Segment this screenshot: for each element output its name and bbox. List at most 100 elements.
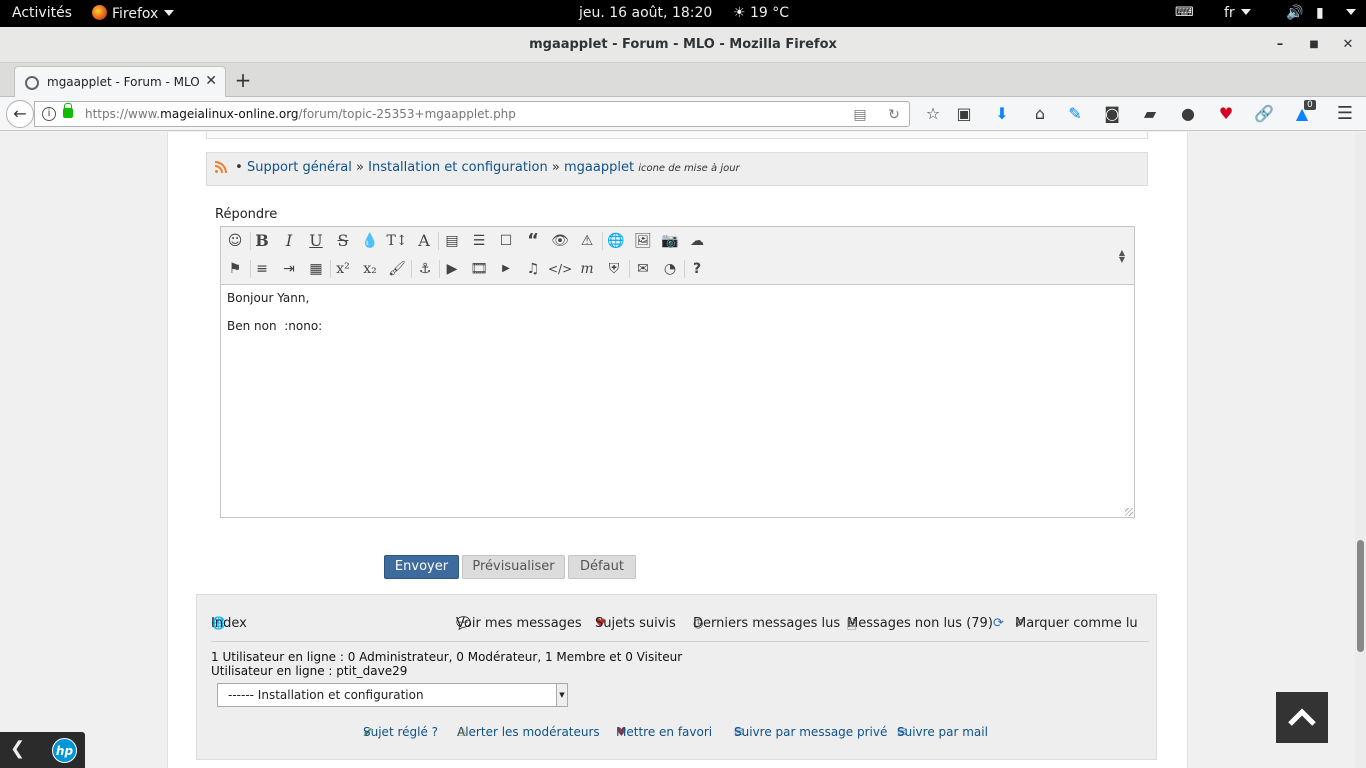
home-icon[interactable]: ⌂ — [1028, 103, 1052, 125]
volume-icon[interactable]: 🔊 — [1286, 5, 1303, 21]
url-bar[interactable]: i https://www.mageialinux-online.org/for… — [34, 101, 910, 127]
brush-icon[interactable]: 🖌 — [385, 257, 409, 281]
strikethrough-icon[interactable]: S — [331, 229, 355, 253]
checkbox-icon[interactable]: ☐ — [494, 229, 518, 253]
lock-icon[interactable] — [63, 103, 73, 118]
anchor-icon[interactable]: ⚓ — [413, 257, 437, 281]
underline-icon[interactable]: U — [304, 229, 328, 253]
italic-icon[interactable]: I — [277, 229, 301, 253]
reading-list-icon[interactable]: ▣ — [952, 103, 976, 125]
color-drop-icon[interactable]: 💧 — [358, 229, 382, 253]
breadcrumb: • Support général » Installation et conf… — [206, 152, 1148, 186]
smiley-icon[interactable]: ☺ — [223, 229, 247, 253]
alert-label: Alerter les modérateurs — [457, 725, 600, 739]
back-button[interactable]: ← — [6, 100, 34, 128]
envelope-icon[interactable]: ✉ — [631, 257, 655, 281]
default-button[interactable]: Défaut — [568, 555, 636, 579]
document-icon[interactable]: ▰ — [1138, 103, 1162, 125]
youtube-icon[interactable]: ▶ — [494, 257, 518, 281]
play-circle-icon[interactable]: ▶ — [440, 257, 464, 281]
page-scrollbar[interactable] — [1355, 132, 1366, 768]
page-viewport: • Support général » Installation et conf… — [0, 132, 1355, 768]
info-icon[interactable]: i — [42, 107, 56, 121]
code-icon[interactable]: </> — [548, 257, 572, 281]
quote-icon[interactable]: “ — [521, 229, 545, 253]
chevron-down-icon: ▼ — [556, 684, 567, 706]
align-left-icon[interactable]: ≡ — [250, 257, 274, 281]
close-tab-button[interactable]: ✕ — [205, 73, 217, 89]
pocket-icon[interactable]: ◙ — [1100, 103, 1124, 125]
bookmark-star-icon[interactable]: ☆ — [921, 103, 945, 125]
help-icon[interactable]: ? — [685, 257, 709, 281]
image-icon[interactable]: 🖼 — [631, 229, 655, 253]
breadcrumb-support-general[interactable]: Support général — [247, 160, 352, 175]
refresh-icon[interactable]: ⟳ — [993, 616, 1004, 631]
activities-button[interactable]: Activités — [12, 5, 72, 21]
my-messages-label: Voir mes messages — [456, 616, 582, 631]
bold-icon[interactable]: B — [250, 229, 274, 253]
language-selector[interactable]: fr — [1224, 5, 1251, 21]
camera-icon[interactable]: 📷 — [658, 229, 682, 253]
last-read-label: Derniers messages lus — [693, 616, 841, 631]
music-icon[interactable]: ♫ — [521, 257, 545, 281]
breadcrumb-topic[interactable]: mgaapplet — [564, 160, 634, 175]
url-domain: mageialinux-online.org — [160, 107, 299, 121]
back-to-top-button[interactable] — [1276, 692, 1328, 743]
navigation-bar: ← i https://www.mageialinux-online.org/f… — [0, 97, 1366, 131]
resize-handle[interactable] — [1125, 508, 1133, 516]
extension-icon[interactable]: ● — [1176, 103, 1200, 125]
send-button[interactable]: Envoyer — [384, 555, 459, 579]
html5-icon[interactable]: ⛨ — [602, 257, 626, 281]
breadcrumb-bullet: • — [235, 160, 243, 175]
subscript-icon[interactable]: x₂ — [358, 257, 382, 281]
new-tab-button[interactable]: + — [232, 67, 254, 93]
upload-cloud-icon[interactable]: ☁ — [685, 229, 709, 253]
reply-heading: Répondre — [215, 207, 278, 222]
superscript-icon[interactable]: x² — [331, 257, 355, 281]
system-menu-caret[interactable] — [1340, 5, 1356, 21]
bulleted-list-icon[interactable]: ☰ — [467, 229, 491, 253]
hp-support-bar[interactable]: ❮ hp — [0, 732, 85, 768]
table-icon[interactable]: ▦ — [304, 257, 328, 281]
reload-icon[interactable]: ↻ — [885, 106, 903, 124]
extension-notes-icon[interactable]: ✎ — [1063, 103, 1087, 125]
app-menu[interactable]: Firefox — [92, 5, 175, 22]
font-family-icon[interactable]: A — [412, 229, 436, 253]
math-icon[interactable]: m — [575, 257, 599, 281]
url-path: /forum/topic-25353+mgaapplet.php — [298, 107, 516, 121]
keyboard-icon[interactable]: ⌨ — [1175, 5, 1194, 20]
message-textarea[interactable]: Bonjour Yann, Ben non :nono: — [221, 286, 1134, 517]
scrollbar-thumb[interactable] — [1357, 540, 1364, 652]
rss-feed-icon[interactable]: ◔ — [658, 257, 682, 281]
mark-read-label: Marquer comme lu — [1015, 616, 1138, 631]
indent-icon[interactable]: ⇥ — [277, 257, 301, 281]
download-icon[interactable]: ⬇ — [990, 103, 1014, 125]
close-window-button[interactable]: ✕ — [1338, 35, 1358, 55]
pocket-save-icon[interactable]: ♥ — [1214, 103, 1238, 125]
reader-view-icon[interactable]: ▤ — [851, 106, 869, 124]
breadcrumb-installation[interactable]: Installation et configuration — [368, 160, 548, 175]
hidden-eye-icon[interactable]: 👁 — [548, 229, 572, 253]
chevron-down-icon — [1240, 9, 1251, 15]
chevron-left-icon[interactable]: ❮ — [10, 738, 25, 759]
preview-button[interactable]: Prévisualiser — [462, 555, 565, 579]
hamburger-menu-icon[interactable]: ☰ — [1333, 103, 1357, 125]
sun-icon: ☀ — [733, 5, 746, 21]
maximize-button[interactable]: ■ — [1304, 35, 1324, 55]
font-size-icon[interactable]: T↕ — [385, 229, 409, 253]
flag-icon[interactable]: ⚑ — [223, 257, 247, 281]
minimize-button[interactable]: – — [1270, 35, 1290, 55]
hp-logo-icon[interactable]: hp — [52, 738, 77, 763]
globe-icon[interactable]: 🌐 — [604, 229, 628, 253]
weather-indicator[interactable]: ☀ 19 °C — [733, 5, 789, 21]
link-icon[interactable]: 🔗 — [1252, 103, 1276, 125]
battery-icon[interactable]: ▮ — [1316, 5, 1324, 21]
warning-icon[interactable]: ⚠ — [575, 229, 599, 253]
film-icon[interactable]: 🎞 — [467, 257, 491, 281]
tab-mgaapplet[interactable]: mgaapplet - Forum - MLO ✕ — [14, 66, 226, 98]
list-box-icon[interactable]: ▤ — [440, 229, 464, 253]
rss-icon[interactable] — [215, 161, 227, 173]
clock[interactable]: jeu. 16 août, 18:20 — [579, 5, 712, 21]
toolbar-toggle-icon[interactable]: ▲ ▼ — [1116, 249, 1128, 264]
forum-jump-select[interactable]: ------ Installation et configuration ▼ — [217, 683, 568, 707]
